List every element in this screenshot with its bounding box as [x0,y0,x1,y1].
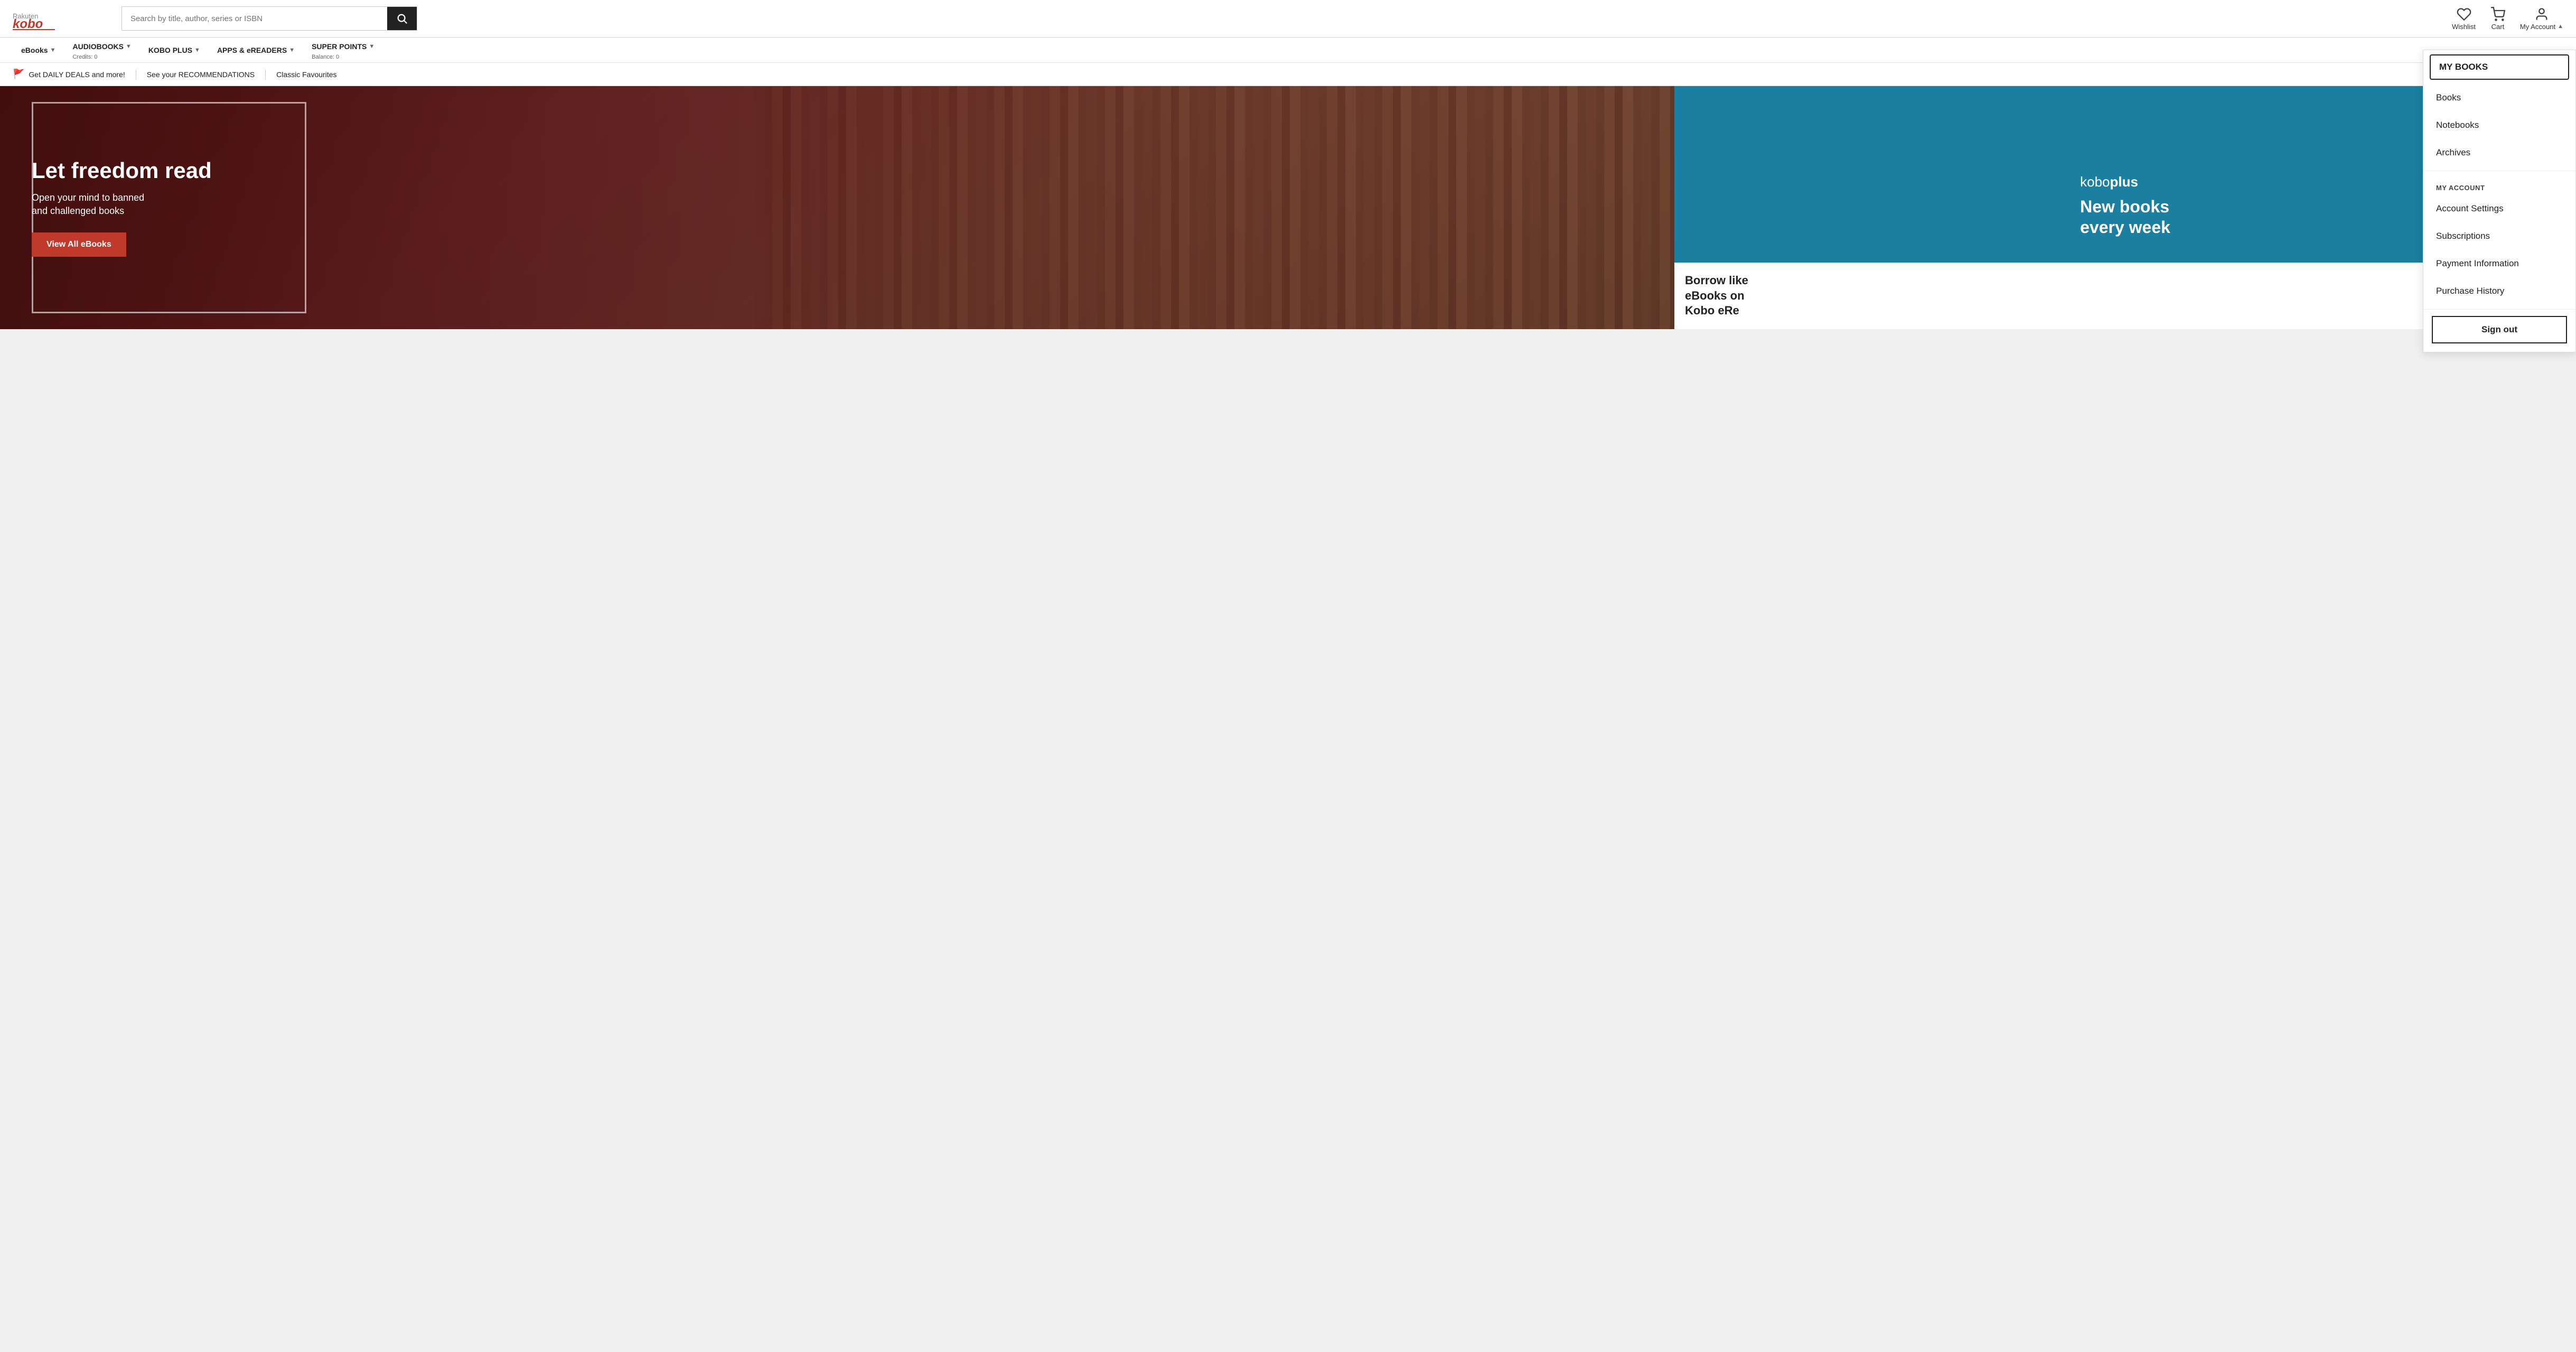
search-button[interactable] [387,7,417,30]
nav-koboplus[interactable]: KOBO PLUS ▼ [140,38,209,62]
cart-label: Cart [2491,23,2505,31]
search-input[interactable] [122,7,387,30]
account-settings-label: Account Settings [2436,203,2504,213]
search-bar [121,6,417,31]
dropdown-account-settings[interactable]: Account Settings [2423,195,2575,222]
kobo-plus-content: koboplus New booksevery week [2059,153,2191,263]
purchase-history-label: Purchase History [2436,286,2504,296]
subscriptions-label: Subscriptions [2436,231,2490,241]
nav-apps[interactable]: APPS & eREADERS ▼ [209,38,303,62]
dropdown-overlay: MY BOOKS Books Notebooks Archives MY ACC… [2418,0,2576,1352]
logo-svg: Rakuten kobo [13,7,113,30]
nav-audiobooks[interactable]: AUDIOBOOKS ▼ Credits: 0 [64,38,139,62]
nav-apps-label: APPS & eREADERS [217,46,287,54]
nav-superpoints[interactable]: SUPER POINTS ▼ Balance: 0 [303,38,383,62]
my-account-section-label: MY ACCOUNT [2423,175,2575,195]
main-content: Let freedom read Open your mind to banne… [0,86,2576,329]
ebooks-chevron: ▼ [50,47,56,53]
superpoints-sub: Balance: 0 [312,54,339,60]
books-label: Books [2436,92,2461,102]
search-icon [396,13,408,24]
payment-information-label: Payment Information [2436,258,2519,268]
dropdown-notebooks[interactable]: Notebooks [2423,111,2575,139]
nav-audiobooks-label: AUDIOBOOKS [72,42,123,51]
hero-content: Let freedom read Open your mind to banne… [0,137,243,278]
promo-separator-2 [265,69,266,80]
notebooks-label: Notebooks [2436,120,2479,130]
cart-icon [2490,7,2505,22]
nav-items: eBooks ▼ AUDIOBOOKS ▼ Credits: 0 KOBO PL… [13,38,2563,62]
dropdown-menu: MY BOOKS Books Notebooks Archives MY ACC… [2423,50,2576,352]
hero-section: Let freedom read Open your mind to banne… [0,86,1674,329]
sign-out-button[interactable]: Sign out [2432,316,2567,343]
archives-label: Archives [2436,147,2470,157]
nav-superpoints-label: SUPER POINTS [312,42,367,51]
account-icon [2534,7,2549,22]
header-actions: Wishlist Cart My Account ▲ [2452,7,2563,31]
apps-chevron: ▼ [289,47,295,53]
nav-bar: eBooks ▼ AUDIOBOOKS ▼ Credits: 0 KOBO PL… [0,38,2576,63]
kobo-plus-title: New booksevery week [2080,197,2170,237]
svg-text:kobo: kobo [13,17,43,30]
promo-deals[interactable]: 🚩 Get DAILY DEALS and more! [13,69,136,80]
logo[interactable]: Rakuten kobo [13,7,113,30]
audiobooks-sub: Credits: 0 [72,54,97,60]
nav-ebooks-label: eBooks [21,46,48,54]
chevron-up-icon: ▲ [2558,23,2563,30]
my-account-label: My Account [2520,23,2555,31]
flag-icon: 🚩 [13,69,24,80]
dropdown-subscriptions[interactable]: Subscriptions [2423,222,2575,250]
koboplus-chevron: ▼ [194,47,200,53]
dropdown-archives[interactable]: Archives [2423,139,2575,166]
header: Rakuten kobo W [0,0,2576,38]
promo-classics[interactable]: Classic Favourites [276,70,347,79]
hero-title: Let freedom read [32,158,212,183]
wishlist-button[interactable]: Wishlist [2452,7,2476,31]
hero-cta-button[interactable]: View All eBooks [32,232,126,257]
promo-deals-label: Get DAILY DEALS and more! [29,70,125,79]
my-books-label: MY BOOKS [2439,62,2488,72]
my-account-button[interactable]: My Account ▲ [2520,7,2563,31]
kobo-plus-logo: koboplus [2080,174,2170,190]
superpoints-chevron: ▼ [369,43,374,50]
heart-icon [2457,7,2471,22]
dropdown-purchase-history[interactable]: Purchase History [2423,277,2575,305]
promo-recommendations-label: See your RECOMMENDATIONS [147,70,255,79]
promo-classics-label: Classic Favourites [276,70,336,79]
nav-koboplus-label: KOBO PLUS [148,46,192,54]
hero-subtitle: Open your mind to bannedand challenged b… [32,191,212,218]
dropdown-payment-information[interactable]: Payment Information [2423,250,2575,277]
audiobooks-chevron: ▼ [126,43,132,50]
dropdown-books[interactable]: Books [2423,84,2575,111]
my-account-row: My Account ▲ [2520,23,2563,31]
cart-button[interactable]: Cart [2490,7,2505,31]
dropdown-my-books[interactable]: MY BOOKS [2430,54,2569,80]
header-top: Rakuten kobo W [13,0,2563,37]
dropdown-divider-2 [2423,309,2575,310]
promo-recommendations[interactable]: See your RECOMMENDATIONS [147,70,265,79]
promo-bar: 🚩 Get DAILY DEALS and more! See your REC… [0,63,2576,86]
wishlist-label: Wishlist [2452,23,2476,31]
nav-ebooks[interactable]: eBooks ▼ [13,38,64,62]
